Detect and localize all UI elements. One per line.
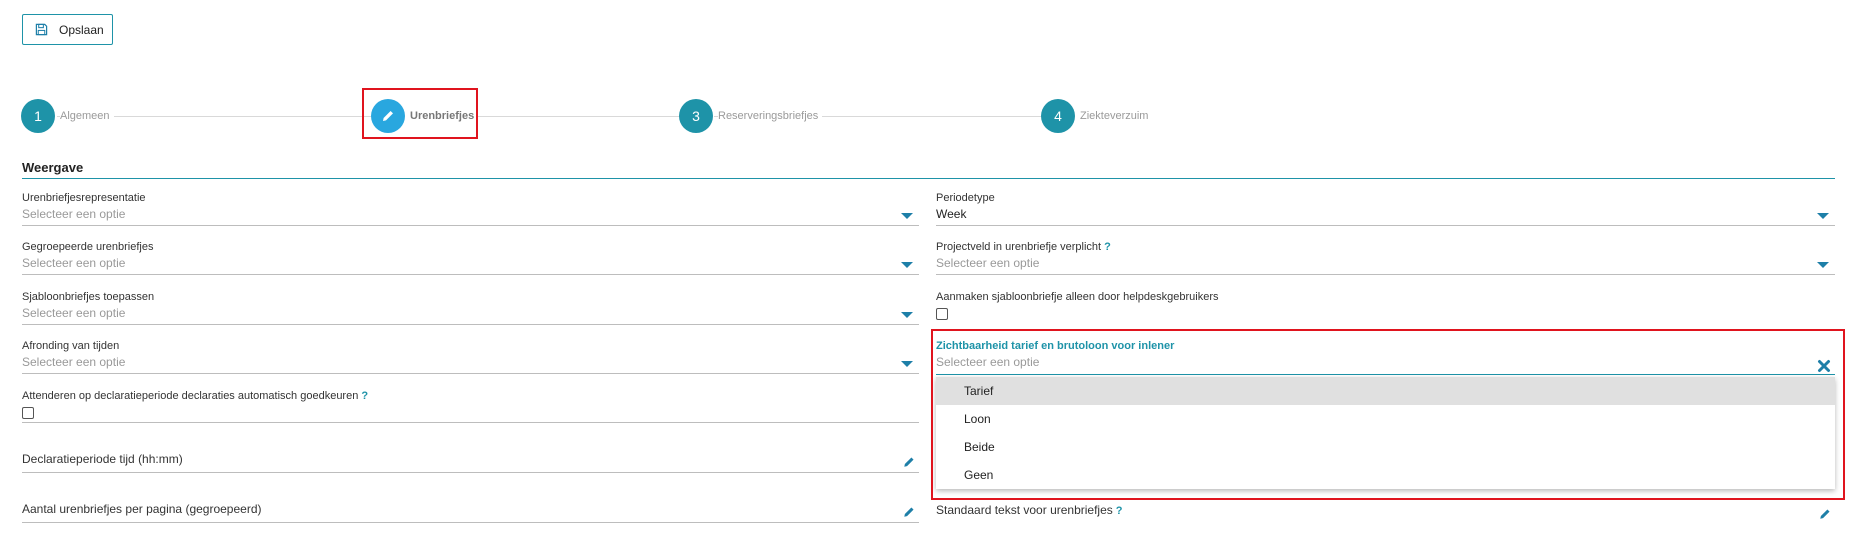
afronding-select[interactable]: Afronding van tijden Selecteer een optie <box>22 340 919 374</box>
pencil-icon <box>904 457 914 467</box>
sjabloonbriefjes-select[interactable]: Sjabloonbriefjes toepassen Selecteer een… <box>22 291 919 325</box>
wizard-stepper: 1 Algemeen Urenbriefjes 3 Reserveringsbr… <box>0 96 1850 136</box>
step-reserveringsbriefjes[interactable]: 3 Reserveringsbriefjes <box>679 96 823 133</box>
field-label: Standaard tekst voor urenbriefjes <box>936 503 1113 517</box>
declaratieperiode-tijd-input[interactable]: Declaratieperiode tijd (hh:mm) <box>22 452 919 473</box>
step-algemeen[interactable]: 1 Algemeen <box>21 96 114 133</box>
step-ziekteverzuim[interactable]: 4 Ziekteverzuim <box>1041 96 1153 133</box>
save-button-label: Opslaan <box>59 22 104 37</box>
chevron-down-icon <box>901 262 913 268</box>
help-icon[interactable]: ? <box>1116 505 1123 517</box>
standaard-tekst-input[interactable]: Standaard tekst voor urenbriefjes? <box>936 503 1835 525</box>
aanmaken-sjabloon-field: Aanmaken sjabloonbriefje alleen door hel… <box>936 291 1835 321</box>
field-value: Selecteer een optie <box>936 256 1040 270</box>
field-label: Afronding van tijden <box>22 340 120 352</box>
attenderen-field: Attenderen op declaratieperiode declarat… <box>22 390 919 423</box>
field-label: Projectveld in urenbriefje verplicht <box>936 241 1102 253</box>
section-title: Weergave <box>22 160 84 175</box>
field-label: Aantal urenbriefjes per pagina (gegroepe… <box>22 502 262 516</box>
field-value: Selecteer een optie <box>22 256 126 270</box>
highlight-box <box>931 329 1845 500</box>
field-label: Sjabloonbriefjes toepassen <box>22 291 155 303</box>
gegroepeerde-urenbriefjes-select[interactable]: Gegroepeerde urenbriefjes Selecteer een … <box>22 241 919 275</box>
field-label: Periodetype <box>936 192 995 204</box>
pencil-icon <box>1820 509 1830 519</box>
aanmaken-checkbox[interactable] <box>936 308 948 320</box>
field-value: Selecteer een optie <box>22 306 126 320</box>
field-value: Selecteer een optie <box>22 355 126 369</box>
step-number: 3 <box>679 99 713 133</box>
help-icon[interactable]: ? <box>361 390 368 402</box>
field-label: Declaratieperiode tijd (hh:mm) <box>22 452 183 466</box>
attenderen-checkbox[interactable] <box>22 407 34 419</box>
field-label: Gegroepeerde urenbriefjes <box>22 241 154 253</box>
save-button[interactable]: Opslaan <box>22 14 113 45</box>
projectveld-select[interactable]: Projectveld in urenbriefje verplicht? Se… <box>936 241 1835 275</box>
field-value: Week <box>936 207 967 221</box>
chevron-down-icon <box>901 312 913 318</box>
periodetype-select[interactable]: Periodetype Week <box>936 192 1835 226</box>
step-label: Ziekteverzuim <box>1080 110 1153 122</box>
aantal-urenbriefjes-input[interactable]: Aantal urenbriefjes per pagina (gegroepe… <box>22 502 919 523</box>
highlight-box <box>362 88 478 139</box>
step-number: 1 <box>21 99 55 133</box>
urenbriefjesrepresentatie-select[interactable]: Urenbriefjesrepresentatie Selecteer een … <box>22 192 919 226</box>
pencil-icon <box>904 507 914 517</box>
step-label: Reserveringsbriefjes <box>718 110 823 122</box>
chevron-down-icon <box>1817 262 1829 268</box>
section-divider <box>22 178 1835 179</box>
save-icon <box>35 23 48 36</box>
step-number: 4 <box>1041 99 1075 133</box>
step-label: Algemeen <box>60 110 114 122</box>
help-icon[interactable]: ? <box>1104 241 1111 253</box>
field-label: Urenbriefjesrepresentatie <box>22 192 146 204</box>
chevron-down-icon <box>1817 213 1829 219</box>
chevron-down-icon <box>901 361 913 367</box>
field-value: Selecteer een optie <box>22 207 126 221</box>
chevron-down-icon <box>901 213 913 219</box>
field-label: Aanmaken sjabloonbriefje alleen door hel… <box>936 291 1219 303</box>
field-label: Attenderen op declaratieperiode declarat… <box>22 390 359 402</box>
